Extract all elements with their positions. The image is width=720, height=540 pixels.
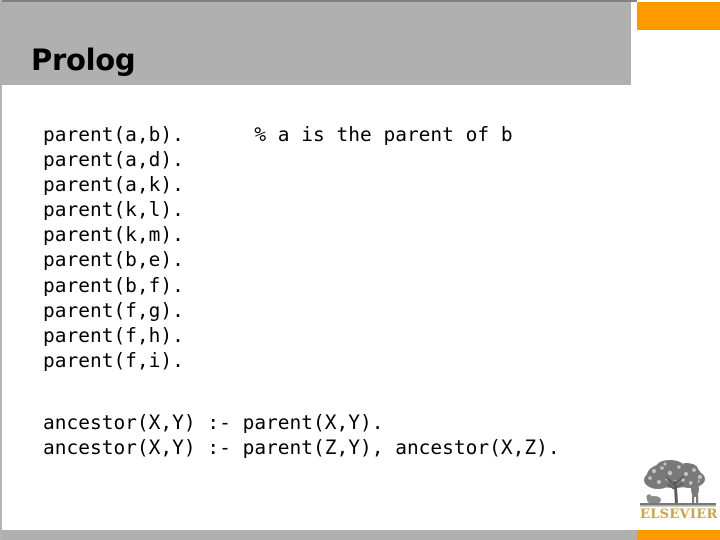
slide-title: Prolog	[31, 43, 136, 77]
prolog-rules-code: ancestor(X,Y) :- parent(X,Y). ancestor(X…	[43, 411, 560, 460]
footer-bar	[2, 530, 637, 540]
slide-canvas: Prolog parent(a,b). % a is the parent of…	[0, 0, 720, 540]
accent-block-bottom	[637, 530, 720, 540]
prolog-facts-code: parent(a,b). % a is the parent of b pare…	[43, 123, 513, 372]
accent-block-top	[637, 2, 720, 30]
elsevier-logo: ELSEVIER	[640, 458, 718, 528]
elsevier-wordmark: ELSEVIER	[640, 507, 718, 522]
elsevier-tree-icon	[640, 458, 716, 508]
